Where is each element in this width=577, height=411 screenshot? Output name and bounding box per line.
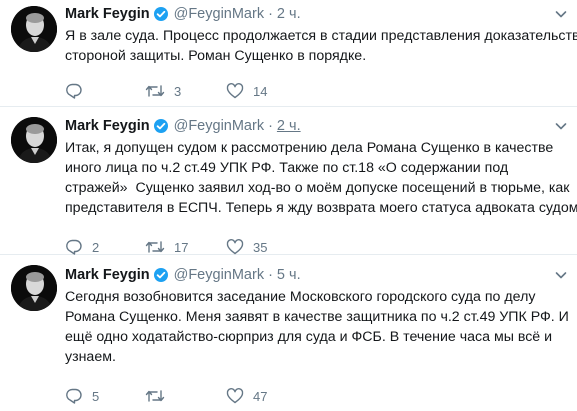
chevron-down-icon[interactable] [553,6,569,22]
like-button[interactable]: 47 [226,387,267,405]
tweet[interactable]: Mark Feygin @FeyginMark · 2 ч. Итак, я д… [0,107,577,255]
tweet-text-line: иного лица по ч.2 ст.49 УПК РФ. Также по… [65,160,509,176]
retweet-count: 3 [174,83,182,99]
tweet-actions: 5 47 [65,386,267,406]
tweet-timestamp[interactable]: 5 ч. [277,267,301,283]
tweet-text-line: Я в зале суда. Процесс продолжается в ст… [65,28,577,44]
tweet-text-line: представителя в ЕСПЧ. Теперь я жду возвр… [65,200,577,216]
avatar[interactable] [11,117,57,163]
retweet-count: 17 [174,239,189,255]
retweet-icon [145,390,165,402]
reply-icon [66,83,82,99]
separator-dot: · [268,6,273,22]
separator-dot: · [268,267,273,283]
tweet-text-line: стражей» Сущенко заявил ход-во о моём до… [65,180,570,196]
author-name[interactable]: Mark Feygin [65,267,150,283]
reply-button[interactable]: 5 [65,387,145,405]
chevron-down-icon[interactable] [553,267,569,283]
reply-icon [66,388,82,404]
tweet-text: Итак, я допущен судом к рассмотрению дел… [65,138,577,218]
tweet[interactable]: Mark Feygin @FeyginMark · 2 ч. Я в зале … [0,0,577,107]
author-handle[interactable]: @FeyginMark [174,6,264,22]
reply-button[interactable]: 2 [65,238,145,256]
separator-dot: · [268,118,273,134]
retweet-button[interactable] [145,387,226,405]
reply-icon [66,239,82,255]
like-count: 14 [253,83,268,99]
heart-icon [226,388,244,404]
tweet-text-line: Итак, я допущен судом к рассмотрению дел… [65,140,554,156]
avatar[interactable] [11,6,57,52]
like-count: 35 [253,239,268,255]
like-button[interactable]: 35 [226,238,267,256]
tweet-actions: 3 14 [65,81,267,101]
tweet-text: Я в зале суда. Процесс продолжается в ст… [65,26,577,66]
tweet-text-line: Сегодня возобновится заседание Московско… [65,289,536,305]
tweet-text-line: стороной защиты. Роман Сущенко в порядке… [65,48,367,64]
verified-badge-icon [153,267,169,283]
tweet-timestamp[interactable]: 2 ч. [277,6,301,22]
reply-button[interactable] [65,82,145,100]
author-handle[interactable]: @FeyginMark [174,118,264,134]
tweet-feed: Mark Feygin @FeyginMark · 2 ч. Я в зале … [0,0,577,411]
tweet-text-line: ещё одно ходатайство-сюрприз для суда и … [65,329,553,345]
tweet[interactable]: Mark Feygin @FeyginMark · 5 ч. Сегодня в… [0,255,577,410]
author-name[interactable]: Mark Feygin [65,6,150,22]
retweet-button[interactable]: 3 [145,82,226,100]
author-handle[interactable]: @FeyginMark [174,267,264,283]
heart-icon [226,239,244,255]
tweet-timestamp[interactable]: 2 ч. [277,118,301,134]
reply-count: 2 [92,239,100,255]
tweet-text: Сегодня возобновится заседание Московско… [65,287,569,367]
tweet-actions: 2 17 35 [65,237,267,257]
retweet-icon [145,241,165,253]
tweet-text-line: узнаем. [65,349,116,365]
chevron-down-icon[interactable] [553,118,569,134]
verified-badge-icon [153,118,169,134]
like-button[interactable]: 14 [226,82,267,100]
verified-badge-icon [153,6,169,22]
avatar[interactable] [11,265,57,311]
author-name[interactable]: Mark Feygin [65,118,150,134]
reply-count: 5 [92,388,100,404]
retweet-button[interactable]: 17 [145,238,226,256]
tweet-text-line: Романа Сущенко. Меня заявят в качестве з… [65,309,569,325]
retweet-icon [145,85,165,97]
heart-icon [226,83,244,99]
like-count: 47 [253,388,268,404]
